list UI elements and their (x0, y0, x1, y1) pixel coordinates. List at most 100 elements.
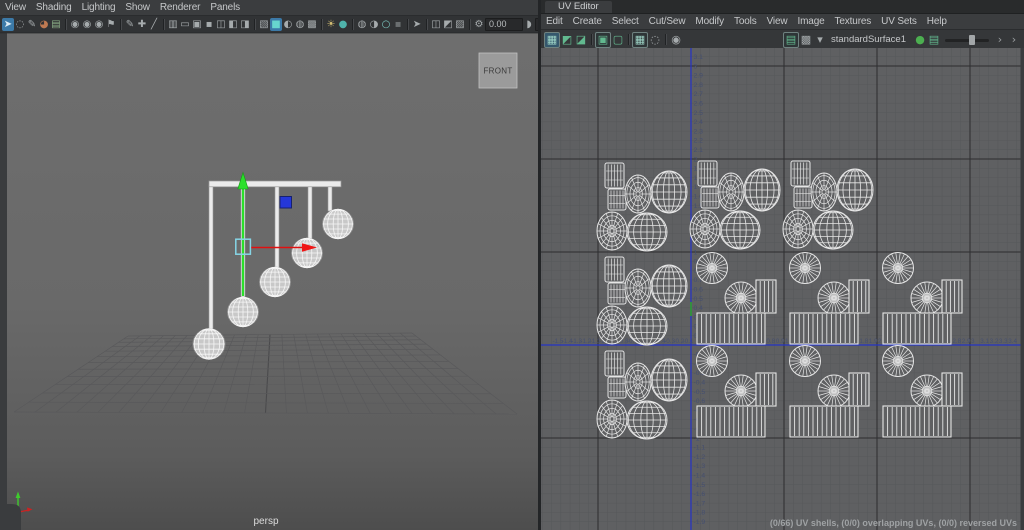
exposure-field[interactable]: 0.00 (485, 18, 523, 31)
shell-border-icon[interactable]: ▢ (611, 33, 625, 47)
select-tool-icon[interactable]: ➤ (2, 18, 14, 31)
layout-outliner-icon[interactable]: ◨ (239, 18, 251, 31)
pendulum-sphere[interactable] (323, 209, 354, 238)
uv-sew-tool-icon[interactable]: ◪ (574, 33, 588, 47)
checker-mode-icon[interactable]: ▩ (306, 18, 318, 31)
cylinder-shell (698, 161, 717, 186)
image-range-icon[interactable]: ▤ (927, 33, 941, 47)
cylinder-shell (605, 257, 624, 282)
layout-pip-icon[interactable]: ▣ (191, 18, 203, 31)
cap-disk-shell (818, 282, 850, 314)
isolate-select-icon[interactable]: ➤ (411, 18, 423, 31)
image-display-icon[interactable]: ▤ (783, 32, 799, 48)
pole-sphere-shell (597, 400, 627, 438)
toolbar-separator (352, 19, 353, 30)
layout-dim-icon[interactable]: ▪ (203, 18, 215, 31)
anti-alias-icon[interactable]: ○ (380, 18, 392, 31)
select-camera-icon[interactable]: ◉ (69, 18, 81, 31)
menu-image[interactable]: Image (793, 16, 830, 27)
menu-create[interactable]: Create (568, 16, 607, 27)
pin-view-icon[interactable]: ◩ (442, 18, 454, 31)
uv-editor-canvas[interactable]: 3.132.92.82.72.62.52.42.32.22.121.91.81.… (541, 48, 1024, 530)
default-light-icon[interactable]: ● (337, 18, 349, 31)
uv-cut-tool-icon[interactable]: ◩ (560, 33, 574, 47)
lights-icon[interactable]: ☀ (325, 18, 337, 31)
tile-outline-icon[interactable]: ▣ (595, 32, 611, 48)
menu-tools[interactable]: Tools (729, 16, 762, 27)
cap-disk-shell (697, 253, 728, 284)
pendulum-sphere[interactable] (292, 238, 323, 267)
update-shader-icon[interactable]: ● (913, 33, 927, 47)
wireframe-mode-icon[interactable]: ▧ (258, 18, 270, 31)
menu-view[interactable]: View (762, 16, 793, 27)
menu-edit[interactable]: Edit (541, 16, 568, 27)
menu-show[interactable]: Show (120, 2, 154, 13)
display-mask-icon[interactable]: ◕ (38, 18, 50, 31)
toolbar-separator (426, 19, 427, 30)
checker-pattern-icon[interactable]: ▩ (799, 33, 813, 47)
svg-text:3: 3 (971, 338, 975, 345)
pendulum-sphere[interactable] (228, 297, 259, 326)
menu-renderer[interactable]: Renderer (155, 2, 206, 13)
pendulum-rod (328, 185, 332, 211)
viewport-menubar: ViewShadingLightingShowRendererPanels (0, 0, 538, 16)
uv-editor-panel: UV Editor EditCreateSelectCut/SewModifyT… (541, 0, 1024, 530)
grease-add-frame-icon[interactable]: ✚ (136, 18, 148, 31)
render-settings-icon[interactable]: ⚙ (473, 18, 485, 31)
uv-move-tool-icon[interactable]: ▦ (544, 32, 560, 48)
textured-mode-icon[interactable]: ◍ (294, 18, 306, 31)
bookmark-icon[interactable]: ⚑ (105, 18, 117, 31)
previous-view-icon[interactable]: ◉ (81, 18, 93, 31)
shadows-icon[interactable]: ◍ (356, 18, 368, 31)
grease-pencil-icon[interactable]: ✎ (124, 18, 136, 31)
image-dim-slider[interactable] (945, 33, 989, 47)
grease-draw-icon[interactable]: ╱ (148, 18, 160, 31)
menu-modify[interactable]: Modify (690, 16, 729, 27)
svg-text:3.4: 3.4 (1008, 338, 1017, 345)
uv-snapshot-icon[interactable]: ◉ (669, 33, 683, 47)
menu-shading[interactable]: Shading (31, 2, 77, 13)
screen-ao-icon[interactable]: ◑ (368, 18, 380, 31)
pendulum-structure[interactable] (193, 181, 354, 359)
svg-text:3.3: 3.3 (999, 338, 1008, 345)
pendulum-sphere[interactable] (193, 329, 225, 359)
pole-sphere-shell (597, 306, 627, 344)
menu-textures[interactable]: Textures (830, 16, 877, 27)
perspective-viewport[interactable]: FRONTpersp (0, 32, 538, 530)
menu-help[interactable]: Help (922, 16, 952, 27)
pattern-dropdown-icon[interactable]: ▾ (813, 33, 827, 47)
close-view-icon[interactable]: ▨ (454, 18, 466, 31)
pendulum-sphere[interactable] (260, 267, 291, 296)
menu-view[interactable]: View (0, 2, 31, 13)
image-plane-icon[interactable]: ▤ (50, 18, 62, 31)
menu-cut-sew[interactable]: Cut/Sew (644, 16, 691, 27)
layout-split-icon[interactable]: ◫ (215, 18, 227, 31)
menu-select[interactable]: Select (607, 16, 644, 27)
shaded-mode-icon[interactable]: ■ (270, 18, 282, 31)
gamma-icon[interactable]: ◗ (523, 18, 535, 31)
prev-image-icon[interactable]: › (993, 33, 1007, 47)
next-image-icon[interactable]: › (1007, 33, 1021, 47)
toolbar-separator (665, 34, 666, 45)
svg-text:2.2: 2.2 (694, 138, 704, 145)
layout-single-icon[interactable]: ▭ (179, 18, 191, 31)
menu-uv-sets[interactable]: UV Sets (876, 16, 922, 27)
cylinder-shell (605, 163, 624, 188)
menu-lighting[interactable]: Lighting (77, 2, 121, 13)
material-mode-icon[interactable]: ◐ (282, 18, 294, 31)
cylinder-shell (608, 377, 626, 398)
grid-display-icon[interactable]: ▦ (632, 32, 648, 48)
next-view-icon[interactable]: ◉ (93, 18, 105, 31)
menu-panels[interactable]: Panels (205, 2, 245, 13)
front-image-plane[interactable]: FRONT (479, 53, 517, 88)
layout-corner-icon[interactable]: ◧ (227, 18, 239, 31)
paint-select-icon[interactable]: ✎ (26, 18, 38, 31)
duplicate-view-icon[interactable]: ◫ (430, 18, 442, 31)
slider-handle[interactable] (969, 35, 975, 45)
layout-vertical-icon[interactable]: ▥ (167, 18, 179, 31)
lasso-select-icon[interactable]: ◌ (14, 18, 26, 31)
uv-editor-tab[interactable]: UV Editor (545, 1, 612, 13)
pixel-snap-icon[interactable]: ◌ (648, 33, 662, 47)
fog-icon[interactable]: ▪ (392, 18, 404, 31)
svg-text:2.3: 2.3 (694, 128, 704, 135)
